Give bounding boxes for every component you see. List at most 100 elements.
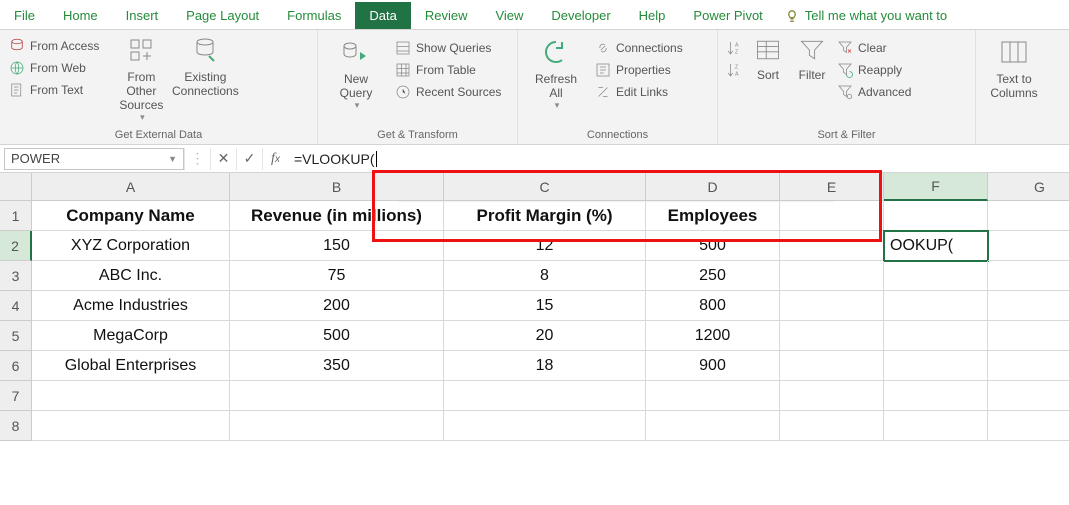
cell[interactable]: 500 <box>230 321 444 351</box>
enter-formula-button[interactable]: ✓ <box>236 148 262 170</box>
active-cell[interactable]: OOKUP( <box>884 231 988 261</box>
expand-button[interactable]: ⋮ <box>184 148 210 170</box>
insert-function-button[interactable]: fx <box>262 148 288 170</box>
cell[interactable]: 1200 <box>646 321 780 351</box>
cell[interactable] <box>444 381 646 411</box>
cell[interactable]: 900 <box>646 351 780 381</box>
cell[interactable]: 20 <box>444 321 646 351</box>
from-table-button[interactable]: From Table <box>392 60 503 80</box>
cell[interactable] <box>884 351 988 381</box>
cell[interactable] <box>884 411 988 441</box>
cell[interactable]: Profit Margin (%) <box>444 201 646 231</box>
from-text-button[interactable]: From Text <box>6 80 101 100</box>
tab-formulas[interactable]: Formulas <box>273 2 355 29</box>
cell[interactable]: 12 <box>444 231 646 261</box>
col-header-E[interactable]: E <box>780 173 884 201</box>
cell[interactable] <box>988 291 1069 321</box>
cell[interactable]: 75 <box>230 261 444 291</box>
col-header-F[interactable]: F <box>884 173 988 201</box>
cell[interactable] <box>780 381 884 411</box>
cell[interactable] <box>884 291 988 321</box>
col-header-A[interactable]: A <box>32 173 230 201</box>
from-other-sources-button[interactable]: From OtherSources <box>109 32 173 125</box>
tab-home[interactable]: Home <box>49 2 112 29</box>
cell[interactable]: Employees <box>646 201 780 231</box>
advanced-filter-button[interactable]: Advanced <box>834 82 913 102</box>
tab-file[interactable]: File <box>0 2 49 29</box>
from-web-button[interactable]: From Web <box>6 58 101 78</box>
properties-button[interactable]: Properties <box>592 60 685 80</box>
cell[interactable] <box>780 321 884 351</box>
row-header-6[interactable]: 6 <box>0 351 32 381</box>
cell[interactable] <box>988 411 1069 441</box>
cell[interactable] <box>988 351 1069 381</box>
cell[interactable] <box>988 381 1069 411</box>
cell[interactable]: 15 <box>444 291 646 321</box>
cell[interactable] <box>988 231 1069 261</box>
cell[interactable] <box>646 381 780 411</box>
tab-data[interactable]: Data <box>355 2 410 29</box>
cell[interactable] <box>32 381 230 411</box>
cell[interactable] <box>988 321 1069 351</box>
tab-help[interactable]: Help <box>625 2 680 29</box>
tell-me-search[interactable]: Tell me what you want to <box>777 2 955 29</box>
formula-input[interactable]: =VLOOKUP( <box>288 148 1069 170</box>
tab-review[interactable]: Review <box>411 2 482 29</box>
cell[interactable] <box>884 261 988 291</box>
cell[interactable] <box>780 261 884 291</box>
cell[interactable]: XYZ Corporation <box>32 231 230 261</box>
refresh-all-button[interactable]: RefreshAll <box>524 34 588 113</box>
cell[interactable]: Global Enterprises <box>32 351 230 381</box>
cell[interactable] <box>884 321 988 351</box>
col-header-G[interactable]: G <box>988 173 1069 201</box>
filter-button[interactable]: Filter <box>790 34 834 84</box>
sort-az-button[interactable]: AZ <box>724 38 746 58</box>
cell[interactable] <box>444 411 646 441</box>
row-header-2[interactable]: 2 <box>0 231 32 261</box>
tab-insert[interactable]: Insert <box>112 2 173 29</box>
sort-button[interactable]: Sort <box>746 34 790 84</box>
row-header-8[interactable]: 8 <box>0 411 32 441</box>
recent-sources-button[interactable]: Recent Sources <box>392 82 503 102</box>
new-query-button[interactable]: NewQuery <box>324 34 388 113</box>
row-header-5[interactable]: 5 <box>0 321 32 351</box>
text-to-columns-button[interactable]: Text toColumns <box>982 34 1046 102</box>
tab-powerpivot[interactable]: Power Pivot <box>679 2 776 29</box>
cell[interactable] <box>884 381 988 411</box>
cell[interactable]: Acme Industries <box>32 291 230 321</box>
cell[interactable]: Company Name <box>32 201 230 231</box>
col-header-B[interactable]: B <box>230 173 444 201</box>
cell[interactable]: MegaCorp <box>32 321 230 351</box>
cell[interactable] <box>646 411 780 441</box>
cell[interactable]: 500 <box>646 231 780 261</box>
reapply-filter-button[interactable]: Reapply <box>834 60 913 80</box>
cell[interactable]: 150 <box>230 231 444 261</box>
cell[interactable] <box>780 291 884 321</box>
select-all-corner[interactable] <box>0 173 32 201</box>
edit-links-button[interactable]: Edit Links <box>592 82 685 102</box>
cancel-formula-button[interactable]: ✕ <box>210 148 236 170</box>
cell[interactable] <box>230 411 444 441</box>
row-header-3[interactable]: 3 <box>0 261 32 291</box>
show-queries-button[interactable]: Show Queries <box>392 38 503 58</box>
cell[interactable]: 200 <box>230 291 444 321</box>
tab-pagelayout[interactable]: Page Layout <box>172 2 273 29</box>
spreadsheet-grid[interactable]: A B C D E F G 1 2 3 4 5 6 7 8 <box>0 173 1069 505</box>
cell[interactable]: ABC Inc. <box>32 261 230 291</box>
row-header-1[interactable]: 1 <box>0 201 32 231</box>
cell[interactable]: 18 <box>444 351 646 381</box>
cell[interactable] <box>780 201 884 231</box>
cell[interactable] <box>780 411 884 441</box>
cell[interactable] <box>884 201 988 231</box>
tab-developer[interactable]: Developer <box>537 2 624 29</box>
cell[interactable]: Revenue (in millions) <box>230 201 444 231</box>
clear-filter-button[interactable]: Clear <box>834 38 913 58</box>
cell[interactable] <box>780 351 884 381</box>
cell[interactable]: 800 <box>646 291 780 321</box>
sort-za-button[interactable]: ZA <box>724 60 746 80</box>
cell[interactable] <box>988 261 1069 291</box>
cell[interactable]: 250 <box>646 261 780 291</box>
cell[interactable] <box>988 201 1069 231</box>
name-box[interactable]: POWER ▼ <box>4 148 184 170</box>
row-header-7[interactable]: 7 <box>0 381 32 411</box>
